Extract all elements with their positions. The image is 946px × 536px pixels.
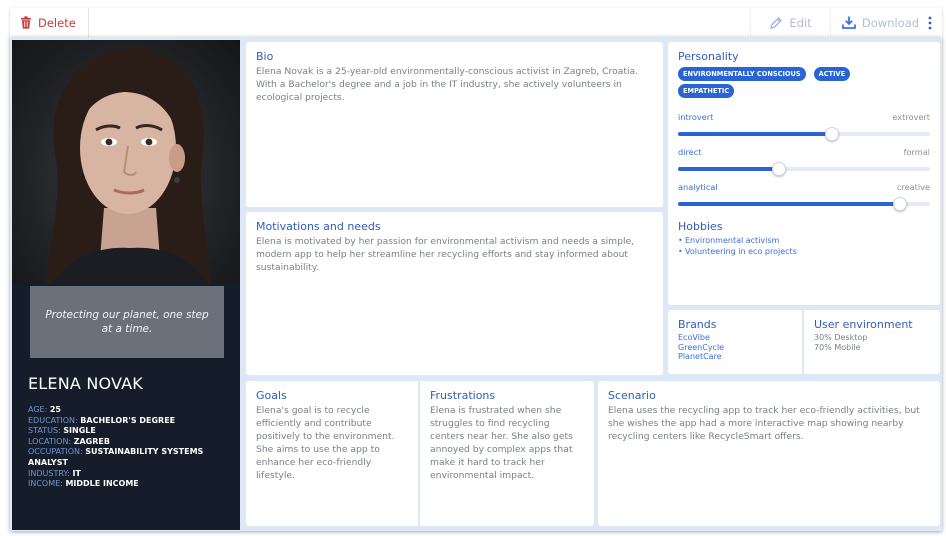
slider-knob[interactable] (892, 197, 907, 211)
slider-fill (678, 167, 779, 171)
download-label: Download (861, 15, 920, 30)
motivations-title: Motivations and needs (256, 220, 381, 233)
slider-track[interactable] (678, 162, 930, 176)
bio-title: Bio (256, 50, 274, 63)
slider-left-label: analytical (678, 182, 718, 192)
bio-card: Bio Elena Novak is a 25-year-old environ… (246, 42, 663, 207)
toolbar: Delete Edit Download (10, 8, 942, 37)
personality-tag: ACTIVE (813, 67, 851, 81)
goals-title: Goals (256, 389, 287, 402)
direct-formal-slider[interactable]: direct formal (678, 147, 930, 176)
personality-title: Personality (678, 50, 739, 63)
persona-board: Protecting our planet, one step at a tim… (10, 37, 942, 531)
personality-tag: ENVIRONMENTALLY CONSCIOUS (678, 67, 806, 81)
fact-status: STATUS: SINGLE (28, 426, 96, 436)
slider-fill (678, 132, 832, 136)
download-button[interactable]: Download (830, 8, 930, 37)
user-environment-title: User environment (814, 318, 913, 331)
brand-item: PlanetCare (678, 352, 722, 361)
persona-name: ELENA NOVAK (28, 374, 143, 393)
motivations-card: Motivations and needs Elena is motivated… (246, 212, 663, 375)
environment-item: 30% Desktop (814, 333, 868, 342)
pencil-icon (770, 16, 783, 29)
motivations-text: Elena is motivated by her passion for en… (256, 236, 635, 273)
slider-right-label: extrovert (892, 112, 930, 122)
personality-card: Personality ENVIRONMENTALLY CONSCIOUS AC… (668, 42, 940, 305)
goals-text: Elena's goal is to recycle efficiently a… (256, 405, 395, 481)
slider-left-label: direct (678, 147, 702, 157)
scenario-text: Elena uses the recycling app to track he… (608, 405, 920, 442)
delete-button[interactable]: Delete (10, 8, 89, 37)
trash-icon (21, 16, 31, 29)
fact-industry: INDUSTRY: IT (28, 468, 81, 478)
user-environment-card: User environment 30% Desktop 70% Mobile (804, 310, 940, 374)
persona-quote: Protecting our planet, one step at a tim… (30, 286, 224, 358)
fact-education: EDUCATION: BACHELOR'S DEGREE (28, 415, 176, 425)
more-options-button[interactable] (922, 8, 938, 37)
persona-photo (12, 40, 240, 284)
analytical-creative-slider[interactable]: analytical creative (678, 182, 930, 211)
edit-label: Edit (789, 15, 812, 30)
frustrations-card: Frustrations Elena is frustrated when sh… (420, 381, 594, 526)
edit-button[interactable]: Edit (750, 8, 830, 37)
bio-text: Elena Novak is a 25-year-old environment… (256, 66, 639, 103)
download-icon (842, 16, 856, 29)
slider-fill (678, 202, 900, 206)
hobby-item: Volunteering in eco projects (678, 246, 930, 257)
persona-facts: AGE: 25 EDUCATION: BACHELOR'S DEGREE STA… (28, 405, 234, 490)
brand-item: GreenCycle (678, 342, 725, 352)
brand-item: EcoVibe (678, 333, 710, 342)
scenario-title: Scenario (608, 389, 656, 402)
hobbies-title: Hobbies (678, 220, 723, 233)
hobbies-section: Hobbies Environmental activism Volunteer… (678, 220, 930, 257)
scenario-card: Scenario Elena uses the recycling app to… (598, 381, 940, 526)
slider-track[interactable] (678, 197, 930, 211)
profile-panel: Protecting our planet, one step at a tim… (12, 40, 240, 530)
frustrations-title: Frustrations (430, 389, 496, 402)
slider-right-label: formal (903, 147, 930, 157)
brands-card: Brands EcoVibe GreenCycle PlanetCare (668, 310, 802, 374)
goals-card: Goals Elena's goal is to recycle efficie… (246, 381, 418, 526)
slider-knob[interactable] (824, 127, 839, 141)
environment-item: 70% Mobile (814, 343, 861, 352)
fact-age: AGE: 25 (28, 405, 61, 414)
personality-tags: ENVIRONMENTALLY CONSCIOUS ACTIVE EMPATHE… (678, 67, 888, 98)
slider-left-label: introvert (678, 112, 714, 122)
frustrations-text: Elena is frustrated when she struggles t… (430, 405, 573, 481)
fact-occupation: OCCUPATION: SUSTAINABILITY SYSTEMS ANALY… (28, 447, 204, 467)
slider-knob[interactable] (771, 162, 786, 176)
personality-tag: EMPATHETIC (678, 84, 735, 98)
introvert-extrovert-slider[interactable]: introvert extrovert (678, 112, 930, 141)
delete-label: Delete (38, 15, 76, 30)
more-vertical-icon (928, 16, 932, 29)
slider-track[interactable] (678, 127, 930, 141)
hobby-item: Environmental activism (678, 235, 930, 246)
brands-title: Brands (678, 318, 717, 331)
fact-location: LOCATION: ZAGREB (28, 436, 110, 446)
slider-right-label: creative (896, 182, 930, 192)
fact-income: INCOME: MIDDLE INCOME (28, 479, 139, 489)
